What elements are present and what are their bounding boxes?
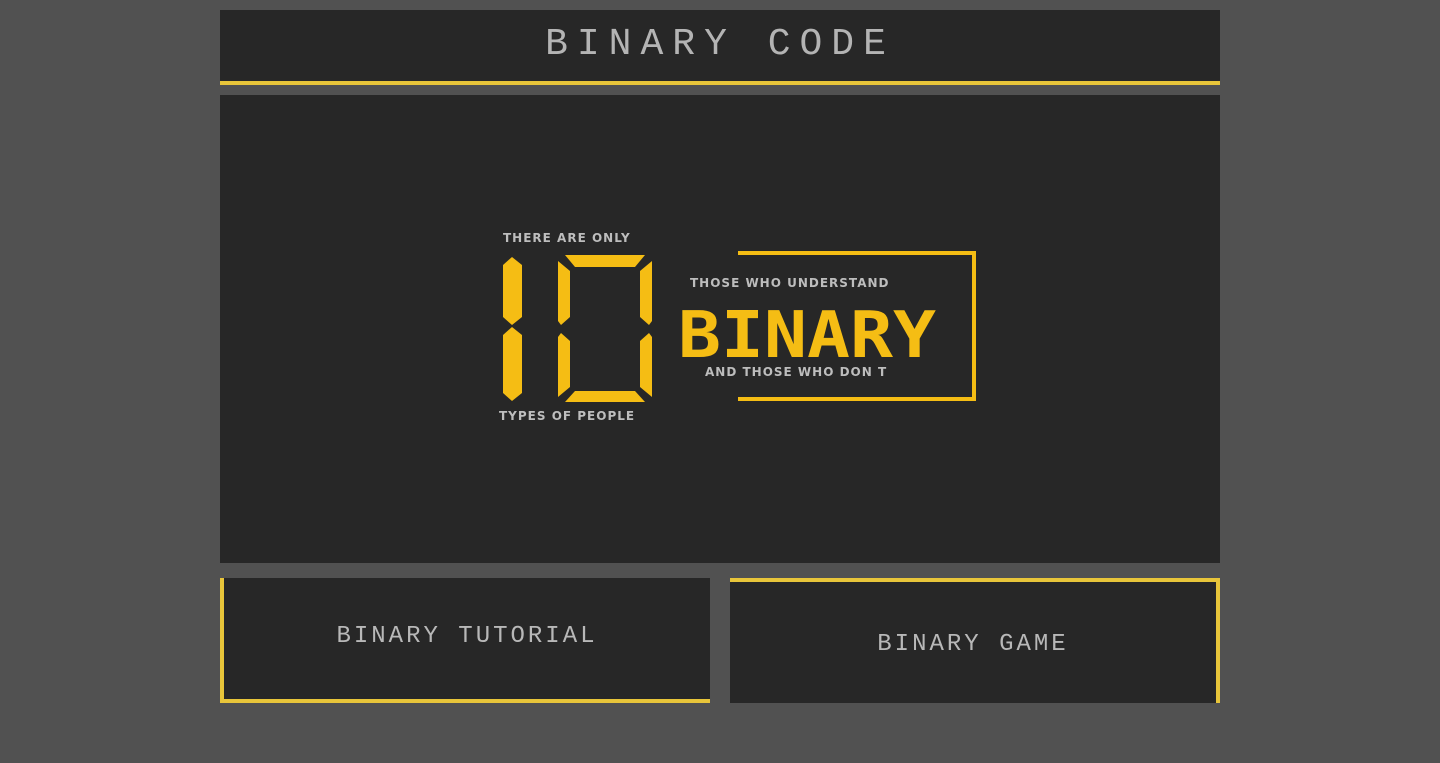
hero-box-bottom: AND THOSE WHO DON T (705, 365, 887, 379)
hero-bottom-line: TYPES OF PEOPLE (499, 409, 635, 423)
hero-box-word: BINARY (678, 299, 937, 373)
hero-top-line: THERE ARE ONLY (503, 231, 631, 245)
hero-illustration: THERE ARE ONLY TYPES OF PEOPLE THOSE WHO… (499, 231, 976, 423)
binary-tutorial-button[interactable]: BINARY TUTORIAL (220, 578, 710, 703)
binary-game-label: BINARY GAME (877, 631, 1069, 658)
hero-box-top: THOSE WHO UNDERSTAND (690, 276, 889, 290)
hero-banner: THERE ARE ONLY TYPES OF PEOPLE THOSE WHO… (220, 95, 1220, 563)
lcd-digit-zero (558, 255, 652, 402)
page-title: BINARY CODE (545, 23, 895, 66)
page-header: BINARY CODE (220, 10, 1220, 85)
binary-tutorial-label: BINARY TUTORIAL (336, 623, 598, 650)
lcd-digit-one (503, 257, 522, 401)
binary-game-button[interactable]: BINARY GAME (730, 578, 1220, 703)
